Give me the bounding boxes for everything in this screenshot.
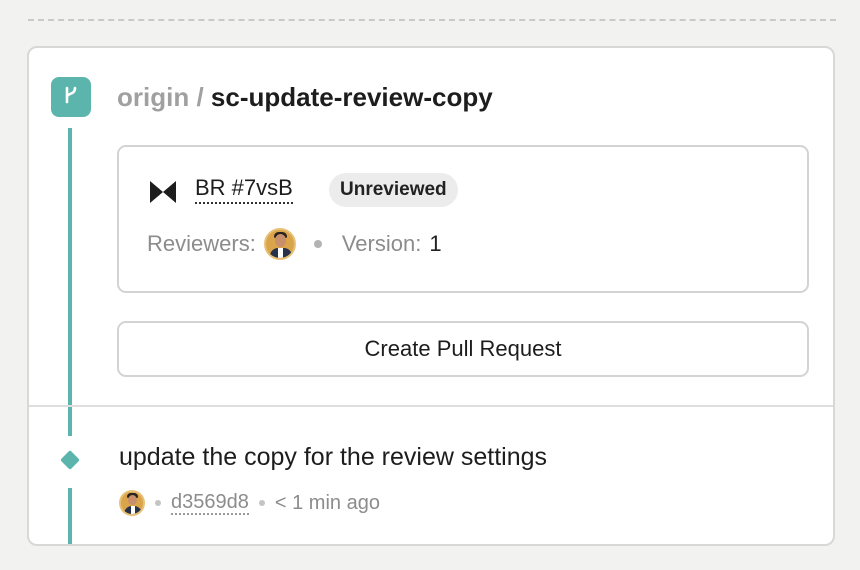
create-pull-request-button[interactable]: Create Pull Request (117, 321, 809, 377)
branch-name: sc-update-review-copy (210, 82, 493, 112)
branch-review-panel: BR #7vsB Unreviewed Reviewers: Version: … (117, 145, 809, 293)
bowtie-icon (150, 181, 176, 208)
commit-diamond-icon (60, 450, 80, 470)
commit-meta-dot (155, 500, 161, 506)
branch-title: origin / sc-update-review-copy (117, 81, 493, 113)
branch-badge (51, 77, 91, 117)
timeline-line-bottom (68, 488, 72, 544)
version-label: Version: (341, 231, 422, 256)
reviewer-avatar[interactable] (263, 228, 296, 260)
status-badge: Unreviewed (329, 173, 458, 207)
card-divider (29, 405, 833, 407)
review-meta: Reviewers: Version: 1 (147, 227, 442, 261)
commit-message[interactable]: update the copy for the review settings (119, 441, 547, 473)
meta-separator-dot (313, 240, 322, 248)
branch-separator: / (196, 82, 204, 112)
section-divider-dashed (28, 19, 836, 21)
branch-review-link[interactable]: BR #7vsB (195, 174, 293, 204)
commit-time: < 1 min ago (274, 491, 380, 514)
branch-icon (62, 86, 80, 109)
commit-author-avatar[interactable] (119, 490, 145, 516)
branch-remote: origin (117, 82, 190, 112)
reviewers-label: Reviewers: (147, 231, 256, 256)
commit-meta: d3569d8 < 1 min ago (119, 489, 380, 517)
commit-meta-dot (258, 500, 265, 506)
branch-card: origin / sc-update-review-copy BR #7vsB … (27, 46, 835, 546)
commit-sha-link[interactable]: d3569d8 (171, 491, 249, 515)
version-value: 1 (429, 231, 442, 256)
timeline-line-top (68, 128, 72, 436)
